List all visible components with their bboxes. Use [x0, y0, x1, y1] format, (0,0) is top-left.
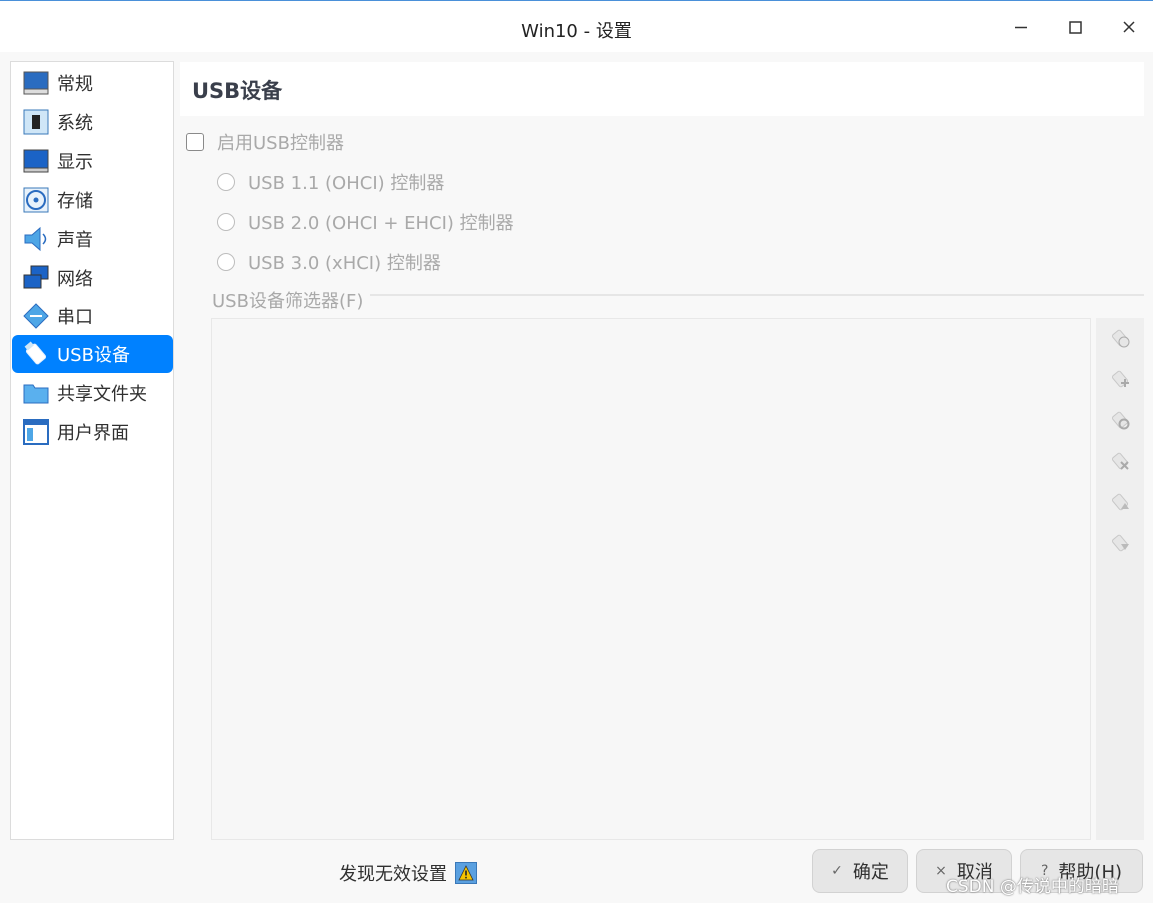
warning-icon[interactable]: [455, 862, 477, 884]
usb20-radio[interactable]: USB 2.0 (OHCI + EHCI) 控制器: [217, 209, 514, 235]
usb30-radio[interactable]: USB 3.0 (xHCI) 控制器: [217, 249, 441, 275]
chip-icon: [23, 109, 49, 135]
usb20-label: USB 2.0 (OHCI + EHCI) 控制器: [248, 213, 514, 234]
usb-filter-group-label: USB设备筛选器(F): [212, 287, 370, 313]
maximize-icon[interactable]: [1062, 14, 1088, 40]
sidebar-item-label: 声音: [57, 230, 93, 251]
speaker-icon: [23, 226, 49, 252]
sidebar-item-label: 系统: [57, 113, 93, 134]
sidebar-item-system[interactable]: 系统: [12, 103, 173, 141]
status-text: 发现无效设置: [339, 864, 447, 885]
sidebar-item-shared-folders[interactable]: 共享文件夹: [12, 374, 173, 412]
filter-toolbar: [1096, 318, 1144, 840]
ui-window-icon: [23, 419, 49, 445]
usb30-label: USB 3.0 (xHCI) 控制器: [248, 253, 441, 274]
sidebar-item-audio[interactable]: 声音: [12, 220, 173, 258]
checkbox-box[interactable]: [186, 133, 204, 151]
sidebar-item-label: 存储: [57, 191, 93, 212]
radio-circle[interactable]: [217, 253, 235, 271]
settings-sidebar: 常规 系统 显示 存储 声音 网络 串口 USB设备 共享文件夹 用户界面: [10, 61, 174, 840]
enable-usb-label: 启用USB控制器: [217, 133, 344, 154]
sidebar-item-general[interactable]: 常规: [12, 64, 173, 102]
group-divider: [370, 294, 1144, 296]
sidebar-item-label: 常规: [57, 74, 93, 95]
sidebar-item-label: USB设备: [57, 345, 130, 366]
move-down-icon[interactable]: [1109, 532, 1131, 554]
remove-filter-icon[interactable]: [1109, 450, 1131, 472]
csdn-watermark: CSDN @传说中的暗暗: [946, 877, 1119, 897]
minimize-icon[interactable]: [1008, 14, 1034, 40]
sidebar-item-label: 串口: [57, 307, 93, 328]
ok-label: 确定: [852, 862, 889, 883]
page-title: USB设备: [192, 79, 283, 103]
network-icon: [23, 265, 49, 291]
sidebar-item-label: 网络: [57, 269, 93, 290]
sidebar-item-storage[interactable]: 存储: [12, 181, 173, 219]
sidebar-item-label: 显示: [57, 152, 93, 173]
sidebar-item-network[interactable]: 网络: [12, 259, 173, 297]
usb-icon: [23, 341, 49, 367]
sidebar-item-serial[interactable]: 串口: [12, 297, 173, 335]
usb11-radio[interactable]: USB 1.1 (OHCI) 控制器: [217, 169, 444, 195]
usb-filter-list[interactable]: [211, 318, 1091, 840]
title-bar: Win10 - 设置: [0, 0, 1153, 52]
invalid-settings-status: 发现无效设置: [339, 860, 477, 886]
disk-icon: [23, 187, 49, 213]
sidebar-item-label: 用户界面: [57, 423, 129, 444]
sidebar-item-display[interactable]: 显示: [12, 142, 173, 180]
close-icon[interactable]: [1116, 14, 1142, 40]
move-up-icon[interactable]: [1109, 491, 1131, 513]
radio-circle[interactable]: [217, 173, 235, 191]
usb11-label: USB 1.1 (OHCI) 控制器: [248, 173, 445, 194]
window-title: Win10 - 设置: [521, 21, 632, 42]
serial-port-icon: [23, 303, 49, 329]
ok-button[interactable]: ✓ 确定: [812, 849, 908, 893]
section-header: USB设备: [180, 62, 1144, 116]
general-monitor-icon: [23, 70, 49, 96]
enable-usb-checkbox[interactable]: 启用USB控制器: [186, 129, 344, 155]
edit-filter-icon[interactable]: [1109, 409, 1131, 431]
add-device-filter-icon[interactable]: [1109, 368, 1131, 390]
sidebar-item-usb[interactable]: USB设备: [12, 335, 173, 373]
display-icon: [23, 148, 49, 174]
folder-icon: [23, 380, 49, 406]
sidebar-item-label: 共享文件夹: [57, 384, 147, 405]
check-icon: ✓: [831, 863, 843, 879]
radio-circle[interactable]: [217, 213, 235, 231]
add-empty-filter-icon[interactable]: [1109, 327, 1131, 349]
sidebar-item-user-interface[interactable]: 用户界面: [12, 413, 173, 451]
